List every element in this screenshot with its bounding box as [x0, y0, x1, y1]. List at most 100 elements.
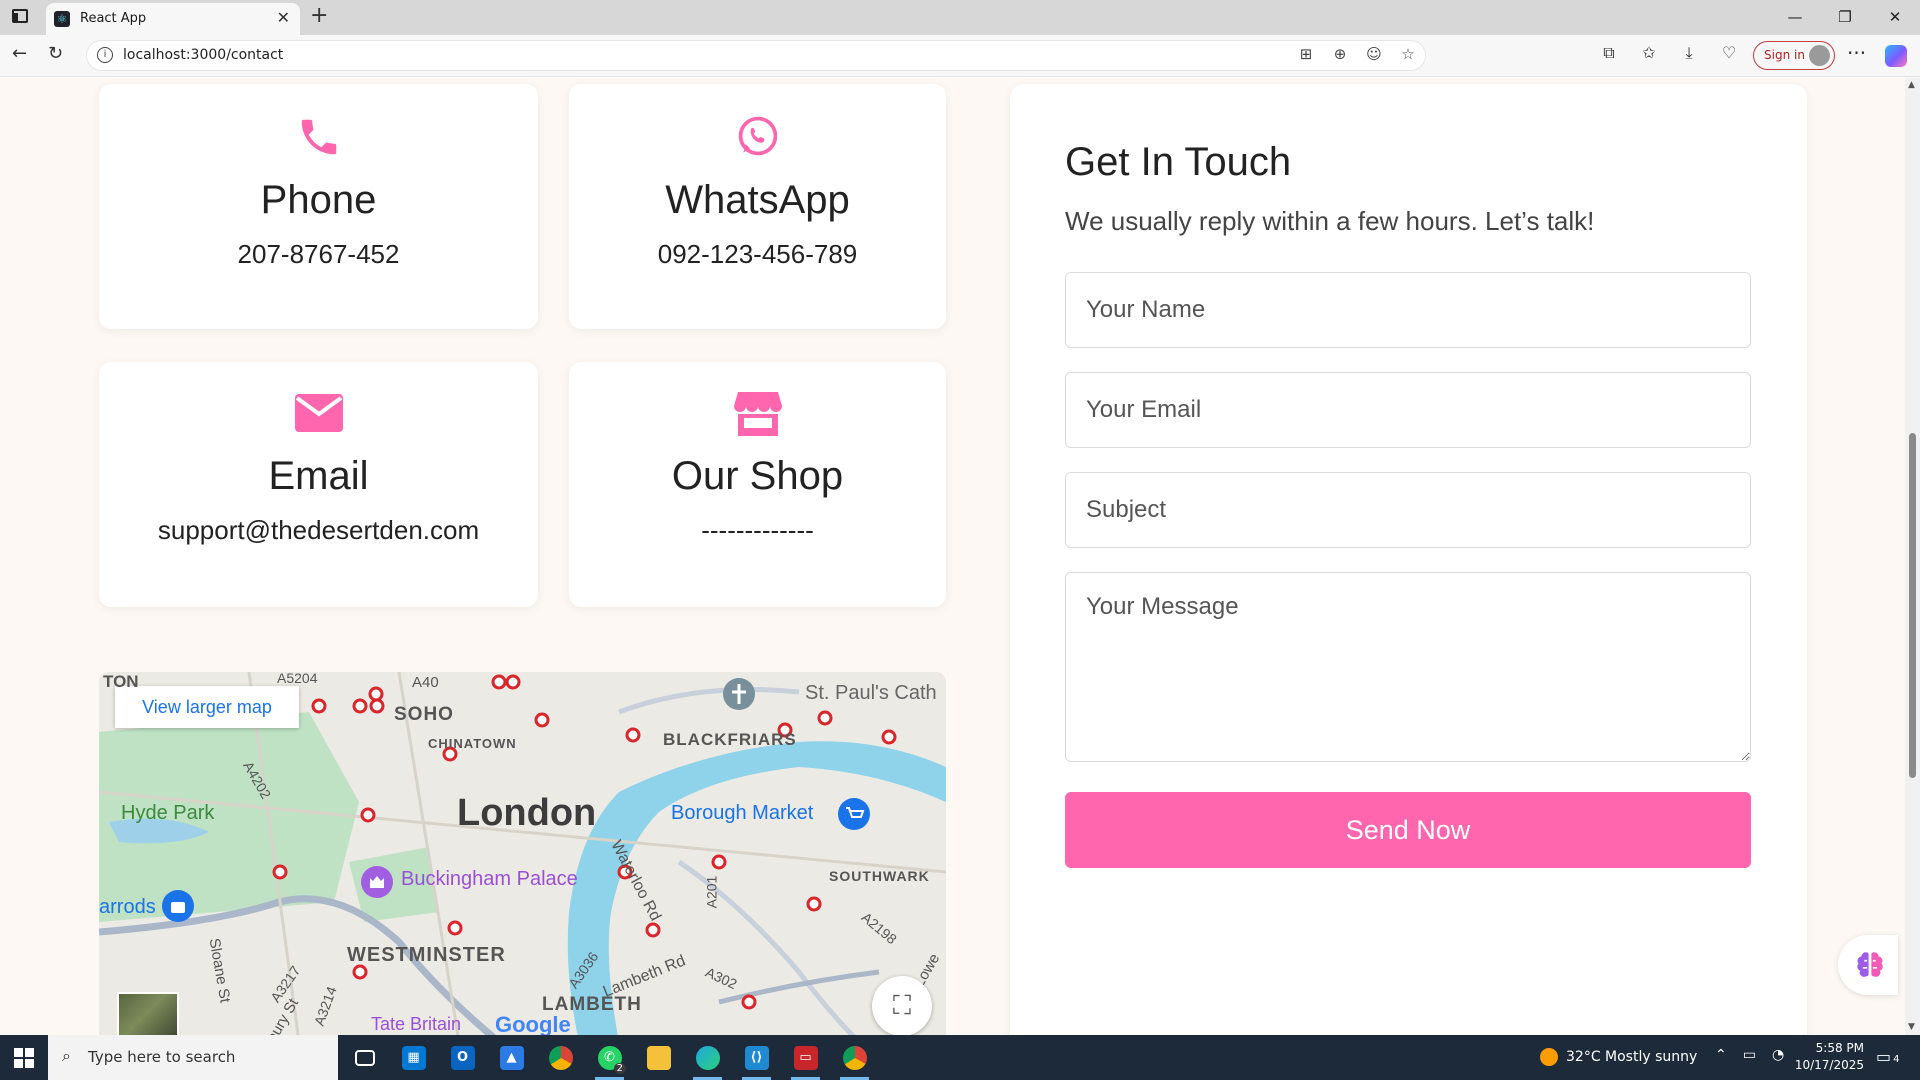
- sign-in-label: Sign in: [1764, 48, 1805, 62]
- favorites-icon[interactable]: ✩: [1638, 43, 1660, 63]
- performance-icon[interactable]: ♡: [1718, 43, 1740, 63]
- card-value: 092-123-456-789: [657, 239, 858, 269]
- chrome-profile-icon[interactable]: [830, 1035, 879, 1080]
- notification-icon[interactable]: ▭ 4: [1876, 1047, 1900, 1066]
- contact-form-panel: Get In Touch We usually reply within a f…: [1010, 84, 1807, 1035]
- address-bar[interactable]: i localhost:3000/contact ⊞ ⊕ ☺ ☆: [86, 40, 1426, 71]
- floating-assistant-button[interactable]: [1838, 935, 1898, 995]
- restore-icon[interactable]: ❐: [1820, 0, 1870, 35]
- clock-time: 5:58 PM: [1815, 1041, 1864, 1055]
- back-icon[interactable]: ←: [12, 43, 27, 64]
- map-label-ton: TON: [103, 672, 139, 691]
- react-favicon-icon: ⚛: [54, 11, 70, 27]
- favorite-star-icon[interactable]: ☆: [1397, 45, 1419, 63]
- fullscreen-icon[interactable]: ⛶: [872, 976, 932, 1035]
- card-title: Email: [268, 454, 369, 498]
- whatsapp-badge: 2: [613, 1063, 626, 1074]
- map-label-st-pauls: St. Paul's Cath: [805, 682, 937, 704]
- new-tab-button[interactable]: +: [310, 3, 328, 28]
- google-logo: Google: [495, 1012, 571, 1035]
- satellite-view-toggle[interactable]: [117, 992, 179, 1035]
- card-value: support@thedesertden.com: [157, 515, 480, 545]
- shopping-cart-pin-icon: [838, 798, 870, 830]
- name-input[interactable]: [1065, 272, 1751, 348]
- browser-tab[interactable]: ⚛ React App ✕: [46, 3, 300, 35]
- shop-card: Our Shop -------------: [569, 362, 946, 607]
- whatsapp-taskbar-icon[interactable]: ✆ 2: [585, 1035, 634, 1080]
- message-textarea[interactable]: [1065, 572, 1751, 762]
- sign-in-button[interactable]: Sign in: [1753, 41, 1835, 70]
- scroll-down-icon[interactable]: ▼: [1908, 1022, 1915, 1032]
- map-label-tate-britain: Tate Britain: [371, 1014, 462, 1034]
- outlook-icon[interactable]: O: [438, 1035, 487, 1080]
- card-value: -------------: [701, 515, 814, 545]
- map-label-westminster: WESTMINSTER: [347, 944, 506, 966]
- avatar-icon: [1809, 45, 1830, 66]
- whatsapp-card: WhatsApp 092-123-456-789: [569, 84, 946, 329]
- task-view-icon[interactable]: [340, 1035, 389, 1080]
- extensions-icon[interactable]: ⧉: [1598, 43, 1620, 63]
- scroll-up-icon[interactable]: ▲: [1908, 80, 1915, 90]
- copilot-icon[interactable]: [1885, 45, 1907, 67]
- downloads-icon[interactable]: ⤓: [1678, 43, 1700, 63]
- file-explorer-icon[interactable]: [634, 1035, 683, 1080]
- sun-icon: [1540, 1048, 1558, 1066]
- url-text[interactable]: localhost:3000/contact: [123, 47, 283, 63]
- map-label-hyde-park: Hyde Park: [121, 802, 215, 824]
- whatsapp-icon: [569, 114, 946, 158]
- photos-icon[interactable]: ▲: [487, 1035, 536, 1080]
- wifi-icon[interactable]: ◔: [1772, 1047, 1784, 1063]
- google-map-embed[interactable]: View larger map London SOHO CHINATOWN BL…: [99, 672, 946, 1035]
- map-label-a201: A201: [703, 875, 720, 909]
- site-info-icon[interactable]: i: [97, 47, 113, 63]
- card-title: WhatsApp: [665, 178, 850, 222]
- brain-icon: [1857, 952, 1883, 977]
- taskbar-clock[interactable]: 5:58 PM 10/17/2025: [1794, 1040, 1864, 1074]
- map-label-a5204: A5204: [277, 672, 318, 686]
- send-now-button[interactable]: Send Now: [1065, 792, 1751, 868]
- scroll-thumb[interactable]: [1909, 433, 1916, 778]
- map-label-borough-market: Borough Market: [671, 802, 814, 824]
- microsoft-store-icon[interactable]: ▦: [389, 1035, 438, 1080]
- vscode-icon[interactable]: ⟨⟩: [732, 1035, 781, 1080]
- email-input[interactable]: [1065, 372, 1751, 448]
- map-label-a40: A40: [412, 674, 439, 691]
- tracking-icon[interactable]: ☺: [1363, 45, 1385, 63]
- subject-input[interactable]: [1065, 472, 1751, 548]
- view-larger-map-link[interactable]: View larger map: [115, 686, 299, 728]
- store-icon: [569, 392, 946, 436]
- edge-icon[interactable]: [683, 1035, 732, 1080]
- page-scrollbar[interactable]: ▲ ▼: [1905, 78, 1920, 1035]
- windows-start-icon[interactable]: [14, 1048, 34, 1068]
- terminal-app-icon[interactable]: ▭: [781, 1035, 830, 1080]
- taskbar-apps: ▦ O ▲ ✆ 2 ⟨⟩ ▭: [340, 1035, 879, 1080]
- zoom-icon[interactable]: ⊕: [1329, 45, 1351, 63]
- weather-text: 32°C Mostly sunny: [1566, 1049, 1698, 1065]
- close-window-icon[interactable]: ✕: [1870, 0, 1920, 35]
- chevron-up-icon[interactable]: ⌃: [1715, 1047, 1727, 1063]
- taskbar-search[interactable]: ⌕ Type here to search: [48, 1035, 338, 1080]
- phone-icon: [99, 114, 538, 160]
- tab-actions-icon[interactable]: [12, 9, 28, 23]
- close-tab-icon[interactable]: ✕: [277, 8, 290, 27]
- windows-taskbar: ⌕ Type here to search ▦ O ▲ ✆ 2 ⟨⟩ ▭ 32°C…: [0, 1035, 1920, 1080]
- address-toolbar: ← ↻ i localhost:3000/contact ⊞ ⊕ ☺ ☆ ⧉ ✩…: [0, 35, 1920, 77]
- taskbar-search-placeholder: Type here to search: [88, 1048, 236, 1066]
- more-options-icon[interactable]: ···: [1847, 41, 1866, 65]
- map-label-southwark: SOUTHWARK: [829, 868, 930, 884]
- form-title: Get In Touch: [1065, 140, 1292, 184]
- minimize-icon[interactable]: —: [1770, 0, 1820, 35]
- tab-title: React App: [80, 11, 147, 26]
- map-label-harrods: arrods: [99, 896, 156, 918]
- weather-widget[interactable]: 32°C Mostly sunny: [1540, 1048, 1697, 1066]
- map-label-soho: SOHO: [394, 704, 454, 725]
- app-available-icon[interactable]: ⊞: [1295, 45, 1317, 63]
- map-label-chinatown: CHINATOWN: [428, 736, 517, 751]
- clock-date: 10/17/2025: [1794, 1058, 1864, 1072]
- card-value: 207-8767-452: [237, 239, 400, 269]
- refresh-icon[interactable]: ↻: [48, 43, 63, 64]
- chrome-icon[interactable]: [536, 1035, 585, 1080]
- contact-page: Phone 207-8767-452 WhatsApp 092-123-456-…: [0, 78, 1905, 1035]
- map-label-buckingham-palace: Buckingham Palace: [401, 868, 578, 890]
- battery-icon[interactable]: ▭: [1743, 1047, 1756, 1063]
